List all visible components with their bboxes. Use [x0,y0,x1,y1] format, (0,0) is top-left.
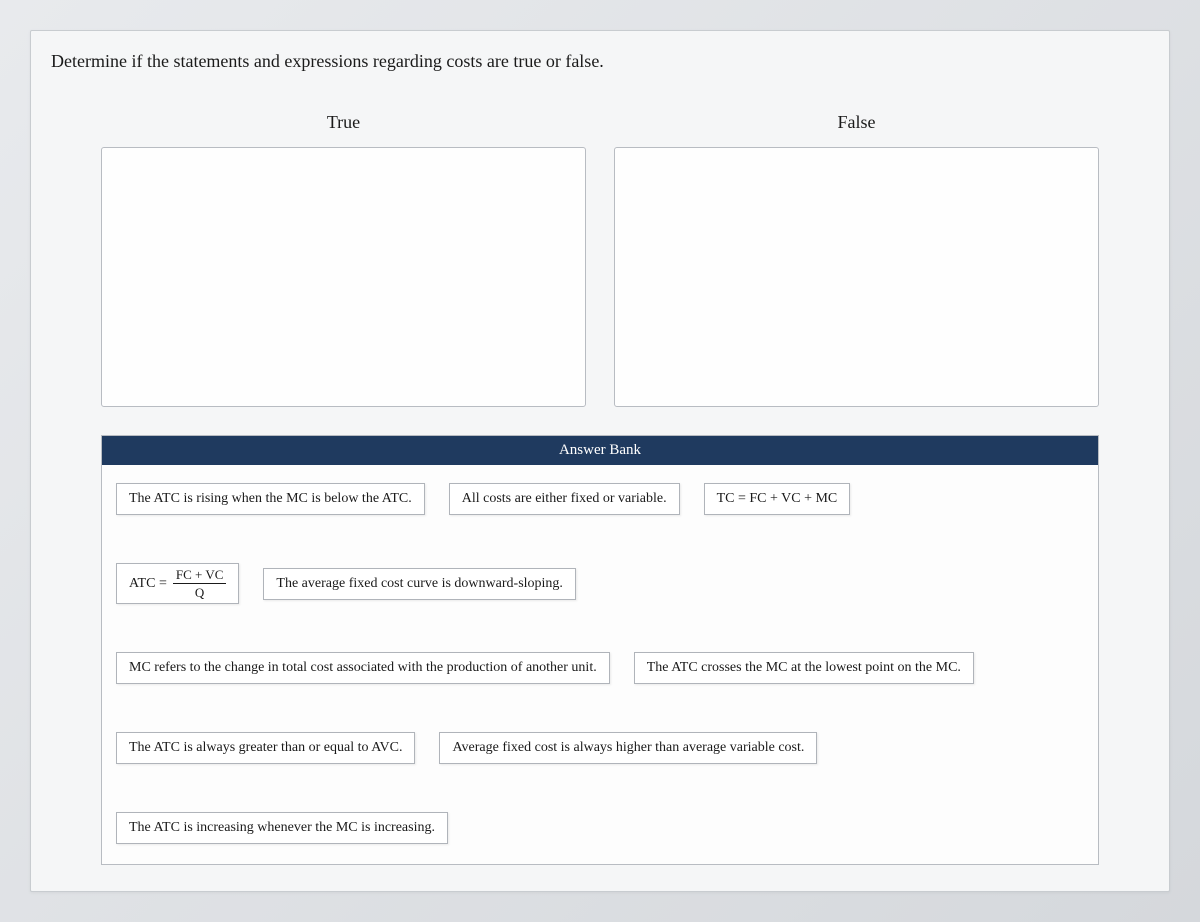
answer-tile-formula[interactable]: ATC = FC + VC Q [116,563,239,604]
false-column: False [614,112,1099,407]
answer-tile[interactable]: TC = FC + VC + MC [704,483,851,515]
dropzone-row: True False [51,112,1149,407]
question-container: Determine if the statements and expressi… [30,30,1170,892]
answer-tile[interactable]: Average fixed cost is always higher than… [439,732,817,764]
true-dropzone[interactable] [101,147,586,407]
answer-bank: Answer Bank The ATC is rising when the M… [101,435,1099,865]
answer-tile[interactable]: All costs are either fixed or variable. [449,483,680,515]
question-prompt: Determine if the statements and expressi… [51,49,1149,74]
answer-tile[interactable]: The ATC is increasing whenever the MC is… [116,812,448,844]
true-column: True [101,112,586,407]
answer-tile[interactable]: The ATC crosses the MC at the lowest poi… [634,652,974,684]
answer-bank-body: The ATC is rising when the MC is below t… [102,465,1098,864]
formula-denominator: Q [173,584,227,599]
false-dropzone[interactable] [614,147,1099,407]
true-label: True [327,112,360,133]
formula-numerator: FC + VC [173,568,227,584]
formula-fraction: FC + VC Q [173,568,227,599]
false-label: False [838,112,876,133]
answer-bank-header: Answer Bank [102,436,1098,465]
formula-lhs: ATC = [129,576,167,592]
answer-tile[interactable]: The average fixed cost curve is downward… [263,568,576,600]
answer-tile[interactable]: The ATC is always greater than or equal … [116,732,415,764]
answer-tile[interactable]: MC refers to the change in total cost as… [116,652,610,684]
answer-tile[interactable]: The ATC is rising when the MC is below t… [116,483,425,515]
